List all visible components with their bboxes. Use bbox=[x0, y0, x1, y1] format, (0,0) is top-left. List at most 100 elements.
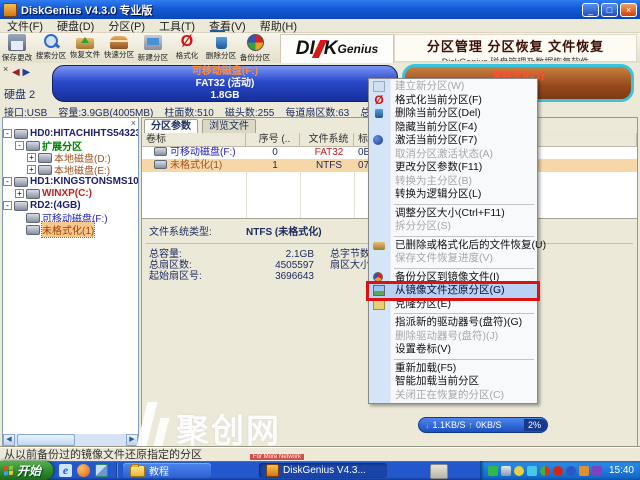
start-button[interactable]: 开始 bbox=[0, 461, 53, 480]
menu-item-save-recovery-progress[interactable]: 保存文件恢复进度(V) bbox=[369, 252, 537, 266]
menu-item-resize-partition[interactable]: 调整分区大小(Ctrl+F11) bbox=[369, 207, 537, 221]
fs-type-value: NTFS (未格式化) bbox=[246, 227, 322, 238]
taskbar-item-diskgenius[interactable]: DiskGenius V4.3... bbox=[259, 463, 387, 478]
format-icon: Ø bbox=[178, 33, 196, 50]
backup-partition-button[interactable]: 备份分区 bbox=[238, 33, 272, 63]
tab-partition-params[interactable]: 分区参数 bbox=[144, 119, 198, 134]
tray-icon[interactable] bbox=[540, 466, 550, 476]
collapse-icon[interactable]: - bbox=[15, 141, 24, 150]
menu-item-convert-to-primary[interactable]: 转换为主分区(B) bbox=[369, 175, 537, 189]
tray-icon[interactable] bbox=[579, 466, 589, 476]
menu-item-split-partition[interactable]: 拆分分区(S) bbox=[369, 220, 537, 234]
tray-icon[interactable] bbox=[488, 466, 498, 476]
recover-files-button[interactable]: 恢复文件 bbox=[68, 33, 102, 63]
collapse-icon[interactable]: - bbox=[3, 129, 12, 138]
menu-disk[interactable]: 硬盘(D) bbox=[50, 18, 101, 34]
menu-file[interactable]: 文件(F) bbox=[0, 18, 50, 34]
status-bar: 从以前备份过的镜像文件还原指定的分区 bbox=[0, 447, 640, 461]
tab-browse-files[interactable]: 浏览文件 bbox=[202, 119, 256, 134]
search-partition-button[interactable]: 搜索分区 bbox=[34, 33, 68, 63]
menu-item-assign-drive-letter[interactable]: 指派新的驱动器号(盘符)(G) bbox=[369, 316, 537, 330]
taskbar-divider bbox=[116, 463, 117, 478]
taskbar: 开始 e 教程 DiskGenius V4.3... 15:40 bbox=[0, 461, 640, 480]
drive-icon bbox=[154, 147, 167, 156]
expand-icon[interactable]: + bbox=[27, 165, 36, 174]
tree-item-unformatted[interactable]: 未格式化(1) bbox=[15, 224, 138, 235]
scroll-left-arrow[interactable]: ◀ bbox=[3, 434, 15, 446]
banner-subline: DiskGenius 磁盘管理及数据恢复软件 bbox=[395, 55, 636, 62]
tray-icon[interactable] bbox=[553, 466, 563, 476]
menu-item-hide-current-partition[interactable]: 隐藏当前分区(F4) bbox=[369, 121, 537, 135]
tray-icon[interactable] bbox=[592, 466, 602, 476]
quick-partition-button[interactable]: 快速分区 bbox=[102, 33, 136, 63]
menu-partition[interactable]: 分区(P) bbox=[101, 18, 152, 34]
menu-item-create-new-partition[interactable]: 建立新分区(W) bbox=[369, 80, 537, 94]
menu-item-delete-current-partition[interactable]: 删除当前分区(Del) bbox=[369, 107, 537, 121]
expand-icon[interactable]: + bbox=[15, 189, 24, 198]
menu-item-smart-load-current-partition[interactable]: 智能加载当前分区 bbox=[369, 375, 537, 389]
title-bar: DiskGenius V4.3.0 专业版 _ □ × bbox=[0, 0, 640, 19]
recover-files-icon bbox=[76, 38, 94, 49]
partition-block-removable[interactable]: 可移动磁盘(F:) FAT32 (活动) 1.8GB bbox=[52, 65, 398, 102]
tree-item-local-disk-e[interactable]: + 本地磁盘(E:) bbox=[27, 164, 138, 175]
windows-flag-icon bbox=[4, 465, 14, 476]
diskgenius-logo: DI K Genius bbox=[280, 34, 394, 64]
tray-icon[interactable] bbox=[501, 466, 511, 476]
upload-icon: ↑ bbox=[469, 420, 474, 430]
brand-banner: 分区管理 分区恢复 文件恢复 DiskGenius 磁盘管理及数据恢复软件 bbox=[394, 34, 637, 62]
tree-close-icon[interactable]: × bbox=[131, 118, 136, 128]
menu-item-reload[interactable]: 重新加载(F5) bbox=[369, 362, 537, 376]
tray-icon[interactable] bbox=[514, 466, 524, 476]
menu-help[interactable]: 帮助(H) bbox=[253, 18, 304, 34]
drive-icon bbox=[26, 213, 40, 223]
drive-icon bbox=[38, 165, 52, 175]
new-partition-button[interactable]: 新建分区 bbox=[136, 33, 170, 63]
folder-icon bbox=[130, 465, 145, 477]
save-changes-button[interactable]: 保存更改 bbox=[0, 33, 34, 63]
window-title: DiskGenius V4.3.0 专业版 bbox=[21, 2, 582, 18]
menu-item-recover-deleted-files[interactable]: 已删除或格式化后的文件恢复(U) bbox=[369, 239, 537, 253]
collapse-icon[interactable]: - bbox=[3, 177, 12, 186]
menu-item-clone-partition[interactable]: 克隆分区(E) bbox=[369, 298, 537, 312]
format-button[interactable]: Ø 格式化 bbox=[170, 33, 204, 63]
collapse-icon[interactable]: - bbox=[3, 201, 12, 210]
menu-tools[interactable]: 工具(T) bbox=[152, 18, 202, 34]
tree-item-hd1[interactable]: - HD1:KINGSTONSMS100S264G(6 bbox=[3, 176, 138, 187]
menu-item-activate-current-partition[interactable]: 激活当前分区(F7) bbox=[369, 134, 537, 148]
show-desktop-icon[interactable] bbox=[95, 464, 108, 477]
scroll-right-arrow[interactable]: ▶ bbox=[126, 434, 138, 446]
menu-item-restore-partition-from-image[interactable]: 从镜像文件还原分区(G) bbox=[369, 284, 537, 298]
close-button[interactable]: × bbox=[620, 3, 637, 17]
ie-icon[interactable]: e bbox=[59, 464, 72, 477]
menu-item-set-volume-label[interactable]: 设置卷标(V) bbox=[369, 343, 537, 357]
language-bar[interactable] bbox=[430, 464, 448, 479]
tray-icon[interactable] bbox=[566, 466, 576, 476]
disk-number-label: 硬盘 2 bbox=[4, 86, 35, 102]
prev-disk-arrow[interactable]: ◀ bbox=[12, 67, 20, 78]
minimize-button[interactable]: _ bbox=[582, 3, 599, 17]
scrollbar-thumb[interactable] bbox=[17, 434, 75, 446]
delete-partition-button[interactable]: 删除分区 bbox=[204, 33, 238, 63]
tree-item-winxp-c[interactable]: + WINXP(C:) bbox=[15, 188, 138, 199]
menu-item-backup-partition-to-image[interactable]: 备份分区到镜像文件(I) bbox=[369, 271, 537, 285]
tray-icon[interactable] bbox=[527, 466, 537, 476]
next-disk-arrow[interactable]: ▶ bbox=[22, 67, 30, 78]
drive-icon bbox=[38, 153, 52, 163]
tree-horizontal-scrollbar[interactable]: ◀ ▶ bbox=[3, 434, 138, 446]
taskbar-item-tutorial-folder[interactable]: 教程 bbox=[123, 463, 211, 478]
restore-button[interactable]: □ bbox=[601, 3, 618, 17]
activate-icon bbox=[373, 135, 383, 145]
menu-item-convert-to-logical[interactable]: 转换为逻辑分区(L) bbox=[369, 188, 537, 202]
menu-item-close-recovering-partition[interactable]: 关闭正在恢复的分区(C) bbox=[369, 389, 537, 403]
menu-item-remove-drive-letter[interactable]: 删除驱动器号(盘符)(J) bbox=[369, 330, 537, 344]
expand-icon[interactable]: + bbox=[27, 153, 36, 162]
menu-item-format-current-partition[interactable]: Ø 格式化当前分区(F) bbox=[369, 94, 537, 108]
app-icon bbox=[3, 3, 17, 17]
panel-close-icon[interactable]: × bbox=[3, 64, 8, 74]
backup-icon bbox=[247, 34, 264, 51]
media-player-icon[interactable] bbox=[77, 464, 90, 477]
menu-item-cancel-partition-active[interactable]: 取消分区激活状态(A) bbox=[369, 148, 537, 162]
drive-icon bbox=[26, 225, 40, 235]
menu-item-change-partition-params[interactable]: 更改分区参数(F11) bbox=[369, 161, 537, 175]
fs-type-label: 文件系统类型: bbox=[149, 227, 212, 238]
